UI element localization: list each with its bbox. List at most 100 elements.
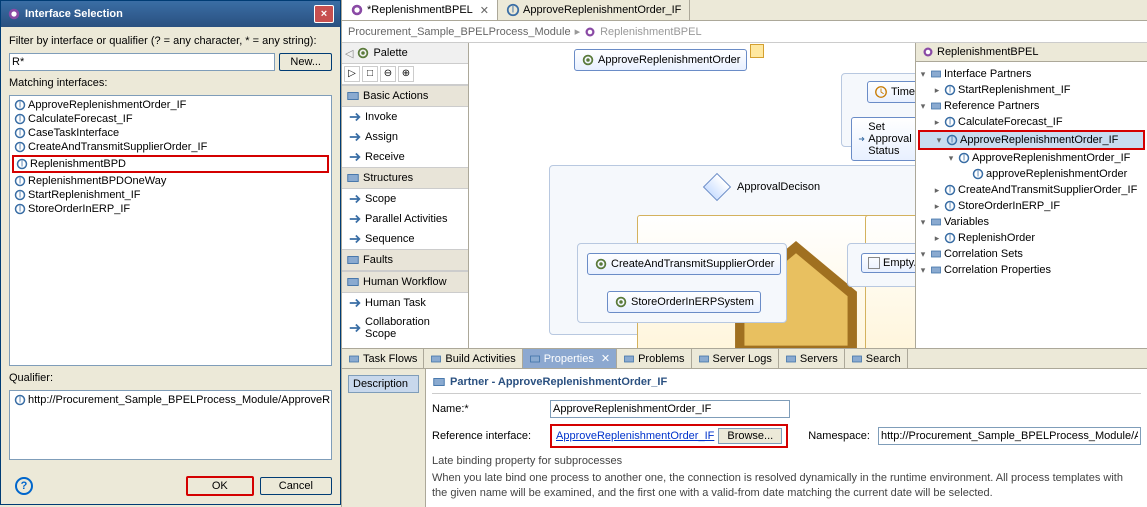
marker-icon [750, 44, 764, 58]
bottom-tab-build-activities[interactable]: Build Activities [424, 349, 522, 368]
iface-icon [506, 3, 520, 17]
palette-item[interactable]: Receive [342, 147, 468, 167]
bottom-tab-problems[interactable]: Problems [617, 349, 691, 368]
editor-tabs: *ReplenishmentBPEL ✕ ApproveReplenishmen… [342, 0, 1147, 21]
bottom-tab-search[interactable]: Search [845, 349, 908, 368]
bpel-canvas[interactable]: ApproveReplenishmentOrder Timeout Set Ap… [469, 43, 915, 348]
new-button[interactable]: New... [279, 53, 332, 71]
diamond-icon [703, 173, 731, 201]
palette-item[interactable]: Parallel Activities [342, 209, 468, 229]
gear-icon [614, 295, 628, 309]
close-icon[interactable]: × [314, 5, 334, 23]
tree-item[interactable]: ▸StartReplenishment_IF [918, 82, 1145, 98]
node-timeout[interactable]: Timeout [867, 81, 915, 103]
tree-item[interactable]: approveReplenishmentOrder [918, 166, 1145, 182]
crumb-root[interactable]: Procurement_Sample_BPELProcess_Module [348, 26, 571, 38]
gear-icon [594, 257, 608, 271]
node-store-erp[interactable]: StoreOrderInERPSystem [607, 291, 761, 313]
matching-listbox[interactable]: ApproveReplenishmentOrder_IFCalculateFor… [9, 95, 332, 366]
node-decision[interactable]: ApprovalDecison [707, 177, 820, 197]
browse-button[interactable]: Browse... [718, 428, 782, 444]
tree-item[interactable]: ▾Variables [918, 214, 1145, 230]
gear-icon [581, 53, 595, 67]
bpel-icon [350, 3, 364, 17]
bottom-tab-servers[interactable]: Servers [779, 349, 845, 368]
outline-tab-label: ReplenishmentBPEL [937, 46, 1039, 58]
palette-category[interactable]: Basic Actions [342, 85, 468, 107]
props-title: Partner - ApproveReplenishmentOrder_IF [432, 375, 1141, 394]
cancel-button[interactable]: Cancel [260, 477, 332, 495]
outline-tree[interactable]: ▾Interface Partners▸StartReplenishment_I… [916, 62, 1147, 348]
palette-item[interactable]: Scope [342, 189, 468, 209]
node-set-approval[interactable]: Set Approval Status [851, 117, 915, 161]
palette-item[interactable]: Collaboration Scope [342, 313, 468, 343]
tree-item[interactable]: ▸CreateAndTransmitSupplierOrder_IF [918, 182, 1145, 198]
empty-icon [868, 257, 880, 269]
ref-label: Reference interface: [432, 430, 542, 442]
ref-highlight: ApproveReplenishmentOrder_IF Browse... [550, 424, 788, 448]
palette-title: Palette [373, 47, 407, 59]
ref-interface-link[interactable]: ApproveReplenishmentOrder_IF [556, 430, 714, 442]
node-create-transmit[interactable]: CreateAndTransmitSupplierOrder [587, 253, 781, 275]
ns-input[interactable] [878, 427, 1141, 445]
ns-label: Namespace: [808, 430, 870, 442]
list-item[interactable]: CreateAndTransmitSupplierOrder_IF [12, 140, 329, 154]
ok-button[interactable]: OK [186, 476, 254, 496]
palette-item[interactable]: Assign [342, 127, 468, 147]
palette-category[interactable]: Human Workflow [342, 271, 468, 293]
list-item[interactable]: StoreOrderInERP_IF [12, 202, 329, 216]
list-item[interactable]: StartReplenishment_IF [12, 188, 329, 202]
palette-icon [356, 46, 370, 60]
bottom-tab-server-logs[interactable]: Server Logs [692, 349, 779, 368]
palette-tools[interactable]: ▷□⊖⊕ [342, 64, 468, 85]
props-side: Description [342, 369, 426, 507]
palette-category[interactable]: Structures [342, 167, 468, 189]
palette-panel: ◁ Palette ▷□⊖⊕ Basic ActionsInvokeAssign… [342, 43, 469, 348]
tree-item[interactable]: ▾Reference Partners [918, 98, 1145, 114]
qualifier-value: http://Procurement_Sample_BPELProcess_Mo… [28, 394, 330, 406]
crumb-leaf[interactable]: ReplenishmentBPEL [600, 26, 702, 38]
bottom-tab-task-flows[interactable]: Task Flows [342, 349, 424, 368]
palette-header[interactable]: ◁ Palette [342, 43, 468, 64]
filter-input[interactable] [9, 53, 275, 71]
help-icon[interactable]: ? [15, 477, 33, 495]
tab-replenishment-bpel[interactable]: *ReplenishmentBPEL ✕ [342, 0, 498, 20]
filter-label: Filter by interface or qualifier (? = an… [9, 35, 332, 47]
props-side-description[interactable]: Description [348, 375, 419, 393]
palette-item[interactable]: Human Task [342, 293, 468, 313]
dialog-icon [7, 7, 21, 21]
tree-item[interactable]: ▾Correlation Sets [918, 246, 1145, 262]
list-item[interactable]: ReplenishmentBPDOneWay [12, 174, 329, 188]
tree-item[interactable]: ▾ApproveReplenishmentOrder_IF [918, 150, 1145, 166]
late-body: When you late bind one process to anothe… [432, 471, 1141, 501]
bpel-icon [922, 46, 934, 58]
close-tab-icon[interactable]: ✕ [480, 4, 489, 17]
palette-item[interactable]: Sequence [342, 229, 468, 249]
list-item[interactable]: ReplenishmentBPD [12, 155, 329, 173]
list-item[interactable]: CalculateForecast_IF [12, 112, 329, 126]
tree-item[interactable]: ▸CalculateForecast_IF [918, 114, 1145, 130]
list-item[interactable]: CaseTaskInterface [12, 126, 329, 140]
matching-label: Matching interfaces: [9, 77, 332, 89]
dialog-titlebar[interactable]: Interface Selection × [1, 1, 340, 27]
tree-item[interactable]: ▾Interface Partners [918, 66, 1145, 82]
clock-icon [874, 85, 888, 99]
properties-view: Description Partner - ApproveReplenishme… [342, 369, 1147, 507]
tree-item[interactable]: ▾ApproveReplenishmentOrder_IF [918, 130, 1145, 150]
outline-tab[interactable]: ReplenishmentBPEL [916, 43, 1147, 62]
list-item[interactable]: ApproveReplenishmentOrder_IF [12, 98, 329, 112]
bottom-tabs: Task FlowsBuild ActivitiesProperties✕Pro… [342, 348, 1147, 369]
palette-category[interactable]: Faults [342, 249, 468, 271]
tree-item[interactable]: ▸StoreOrderInERP_IF [918, 198, 1145, 214]
bottom-tab-properties[interactable]: Properties✕ [523, 349, 617, 368]
name-input[interactable] [550, 400, 790, 418]
bpel-icon [584, 26, 596, 38]
dialog-title: Interface Selection [25, 8, 123, 20]
node-approve-order[interactable]: ApproveReplenishmentOrder [574, 49, 747, 71]
node-empty-action[interactable]: EmptyAction [861, 253, 915, 273]
tree-item[interactable]: ▸ReplenishOrder [918, 230, 1145, 246]
tree-item[interactable]: ▾Correlation Properties [918, 262, 1145, 278]
partner-icon [432, 375, 446, 389]
palette-item[interactable]: Invoke [342, 107, 468, 127]
tab-approve-if[interactable]: ApproveReplenishmentOrder_IF [498, 0, 690, 20]
